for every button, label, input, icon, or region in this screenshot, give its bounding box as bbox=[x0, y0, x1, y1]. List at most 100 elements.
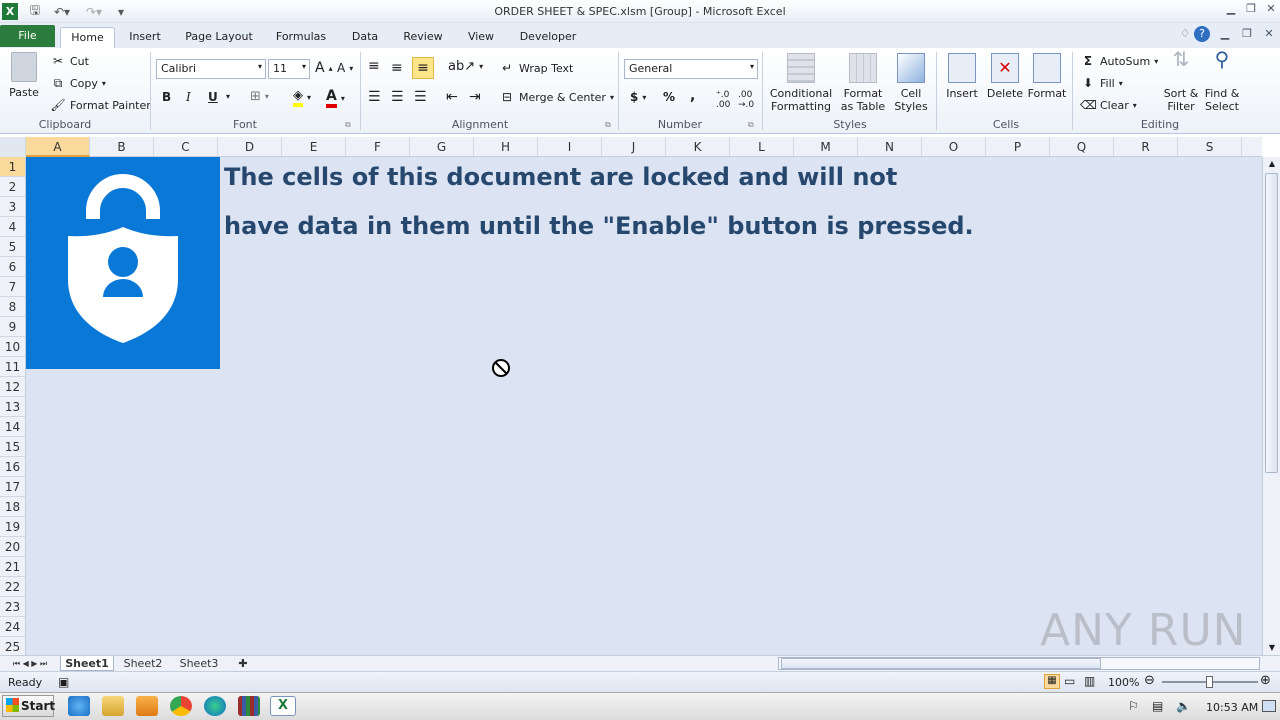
underline-button[interactable]: U bbox=[208, 90, 218, 104]
column-header[interactable]: S bbox=[1178, 137, 1242, 157]
workbook-minimize-button[interactable]: ▁ bbox=[1216, 27, 1234, 43]
row-header[interactable]: 3 bbox=[0, 197, 25, 217]
merge-center-button[interactable]: ⊟ Merge & Center ▾ bbox=[499, 89, 614, 105]
format-cells-button[interactable]: Format bbox=[1026, 53, 1068, 100]
tab-view[interactable]: View bbox=[460, 27, 502, 48]
sheet-tab[interactable]: Sheet2 bbox=[118, 656, 168, 671]
sheet-tab[interactable]: Sheet3 bbox=[172, 656, 226, 671]
row-header[interactable]: 15 bbox=[0, 437, 25, 457]
decrease-indent-icon[interactable]: ⇤ bbox=[446, 89, 458, 105]
number-dialog-launcher-icon[interactable]: ⧉ bbox=[748, 120, 754, 130]
row-header[interactable]: 2 bbox=[0, 177, 25, 197]
align-top-icon[interactable]: ≡ bbox=[368, 58, 380, 74]
row-header[interactable]: 21 bbox=[0, 557, 25, 577]
align-middle-icon[interactable]: ≡ bbox=[391, 60, 403, 76]
column-header[interactable]: G bbox=[410, 137, 474, 157]
row-header[interactable]: 23 bbox=[0, 597, 25, 617]
tab-formulas[interactable]: Formulas bbox=[270, 27, 332, 48]
show-desktop-icon[interactable] bbox=[1262, 700, 1276, 712]
column-header[interactable]: A bbox=[26, 137, 90, 157]
insert-cells-button[interactable]: Insert bbox=[942, 53, 982, 100]
paste-button[interactable]: Paste bbox=[6, 52, 42, 99]
cut-button[interactable]: ✂ Cut bbox=[50, 53, 89, 69]
row-header[interactable]: 12 bbox=[0, 377, 25, 397]
number-format-select[interactable]: General ▾ bbox=[624, 59, 758, 79]
align-left-icon[interactable]: ☰ bbox=[368, 89, 381, 105]
scroll-up-icon[interactable]: ▲ bbox=[1265, 157, 1279, 171]
row-header[interactable]: 17 bbox=[0, 477, 25, 497]
column-header[interactable]: E bbox=[282, 137, 346, 157]
tab-data[interactable]: Data bbox=[345, 27, 385, 48]
column-header[interactable]: F bbox=[346, 137, 410, 157]
ribbon-minimize-icon[interactable]: ♢ bbox=[1176, 27, 1194, 43]
column-header[interactable]: O bbox=[922, 137, 986, 157]
workbook-restore-button[interactable]: ❐ bbox=[1238, 27, 1256, 43]
decrease-decimal-icon[interactable]: .00 →.0 bbox=[738, 90, 754, 110]
zoom-out-icon[interactable]: ⊖ bbox=[1144, 673, 1155, 688]
row-header[interactable]: 16 bbox=[0, 457, 25, 477]
internet-explorer-icon[interactable] bbox=[68, 696, 90, 716]
clear-button[interactable]: ⌫ Clear ▾ bbox=[1080, 97, 1137, 113]
format-painter-button[interactable]: 🖌 Format Painter bbox=[50, 97, 150, 113]
column-header[interactable]: M bbox=[794, 137, 858, 157]
tab-developer[interactable]: Developer bbox=[514, 27, 582, 48]
tab-home[interactable]: Home bbox=[60, 27, 115, 48]
flag-icon[interactable]: ⚐ bbox=[1128, 699, 1139, 713]
tab-review[interactable]: Review bbox=[398, 27, 448, 48]
row-header[interactable]: 18 bbox=[0, 497, 25, 517]
font-color-icon[interactable]: A ▾ bbox=[326, 88, 345, 108]
orientation-icon[interactable]: ab↗ ▾ bbox=[448, 59, 483, 74]
row-header[interactable]: 6 bbox=[0, 257, 25, 277]
row-header[interactable]: 13 bbox=[0, 397, 25, 417]
start-button[interactable]: Start bbox=[2, 695, 55, 717]
fill-button[interactable]: ⬇ Fill ▾ bbox=[1080, 75, 1123, 91]
row-header[interactable]: 9 bbox=[0, 317, 25, 337]
file-explorer-icon[interactable] bbox=[102, 696, 124, 716]
zoom-in-icon[interactable]: ⊕ bbox=[1260, 673, 1271, 688]
increase-indent-icon[interactable]: ⇥ bbox=[469, 89, 481, 105]
align-bottom-icon[interactable]: ≡ bbox=[412, 57, 434, 79]
underline-dropdown-icon[interactable]: ▾ bbox=[226, 92, 230, 101]
vertical-scrollbar[interactable]: ▲ ▼ bbox=[1262, 157, 1280, 655]
italic-button[interactable]: I bbox=[186, 90, 191, 104]
column-header[interactable]: I bbox=[538, 137, 602, 157]
format-as-table-button[interactable]: Format as Table bbox=[836, 53, 890, 113]
horizontal-scroll-thumb[interactable] bbox=[781, 658, 1101, 669]
edge-icon[interactable] bbox=[204, 696, 226, 716]
tab-insert[interactable]: Insert bbox=[123, 27, 167, 48]
font-name-select[interactable]: Calibri ▾ bbox=[156, 59, 266, 79]
row-header[interactable]: 19 bbox=[0, 517, 25, 537]
vertical-scroll-thumb[interactable] bbox=[1265, 173, 1278, 473]
borders-icon[interactable]: ⊞ ▾ bbox=[250, 89, 269, 104]
currency-button[interactable]: $ ▾ bbox=[630, 90, 646, 104]
column-header[interactable]: D bbox=[218, 137, 282, 157]
copy-button[interactable]: ⧉ Copy ▾ bbox=[50, 75, 106, 91]
tab-file[interactable]: File bbox=[0, 25, 55, 47]
row-header[interactable]: 4 bbox=[0, 217, 25, 237]
restore-button[interactable]: ❐ bbox=[1242, 2, 1260, 18]
tab-page-layout[interactable]: Page Layout bbox=[181, 27, 257, 48]
select-all-button[interactable] bbox=[0, 137, 26, 157]
volume-icon[interactable]: 🔈 bbox=[1176, 699, 1191, 713]
font-size-select[interactable]: 11 ▾ bbox=[268, 59, 310, 79]
column-header[interactable]: J bbox=[602, 137, 666, 157]
row-header[interactable]: 25 bbox=[0, 637, 25, 657]
row-header[interactable]: 24 bbox=[0, 617, 25, 637]
media-player-icon[interactable] bbox=[136, 696, 158, 716]
workbook-close-button[interactable]: ✕ bbox=[1260, 27, 1278, 43]
zoom-slider-thumb[interactable] bbox=[1206, 676, 1213, 688]
column-header[interactable]: R bbox=[1114, 137, 1178, 157]
sort-filter-button[interactable]: ⇅ Sort & Filter bbox=[1160, 49, 1202, 113]
row-header[interactable]: 8 bbox=[0, 297, 25, 317]
sheet-nav-arrows-icon[interactable]: ⏮ ◀ ▶ ⏭ bbox=[4, 656, 56, 671]
macro-record-icon[interactable]: ▣ bbox=[58, 675, 69, 689]
horizontal-scrollbar[interactable] bbox=[778, 657, 1260, 670]
autosum-button[interactable]: Σ AutoSum ▾ bbox=[1080, 53, 1158, 69]
row-header[interactable]: 11 bbox=[0, 357, 25, 377]
excel-taskbar-icon[interactable]: X bbox=[270, 696, 296, 716]
column-header[interactable]: B bbox=[90, 137, 154, 157]
align-right-icon[interactable]: ☰ bbox=[414, 89, 427, 105]
find-select-button[interactable]: ⚲ Find & Select bbox=[1202, 49, 1242, 113]
column-header[interactable]: Q bbox=[1050, 137, 1114, 157]
row-header[interactable]: 5 bbox=[0, 237, 25, 257]
